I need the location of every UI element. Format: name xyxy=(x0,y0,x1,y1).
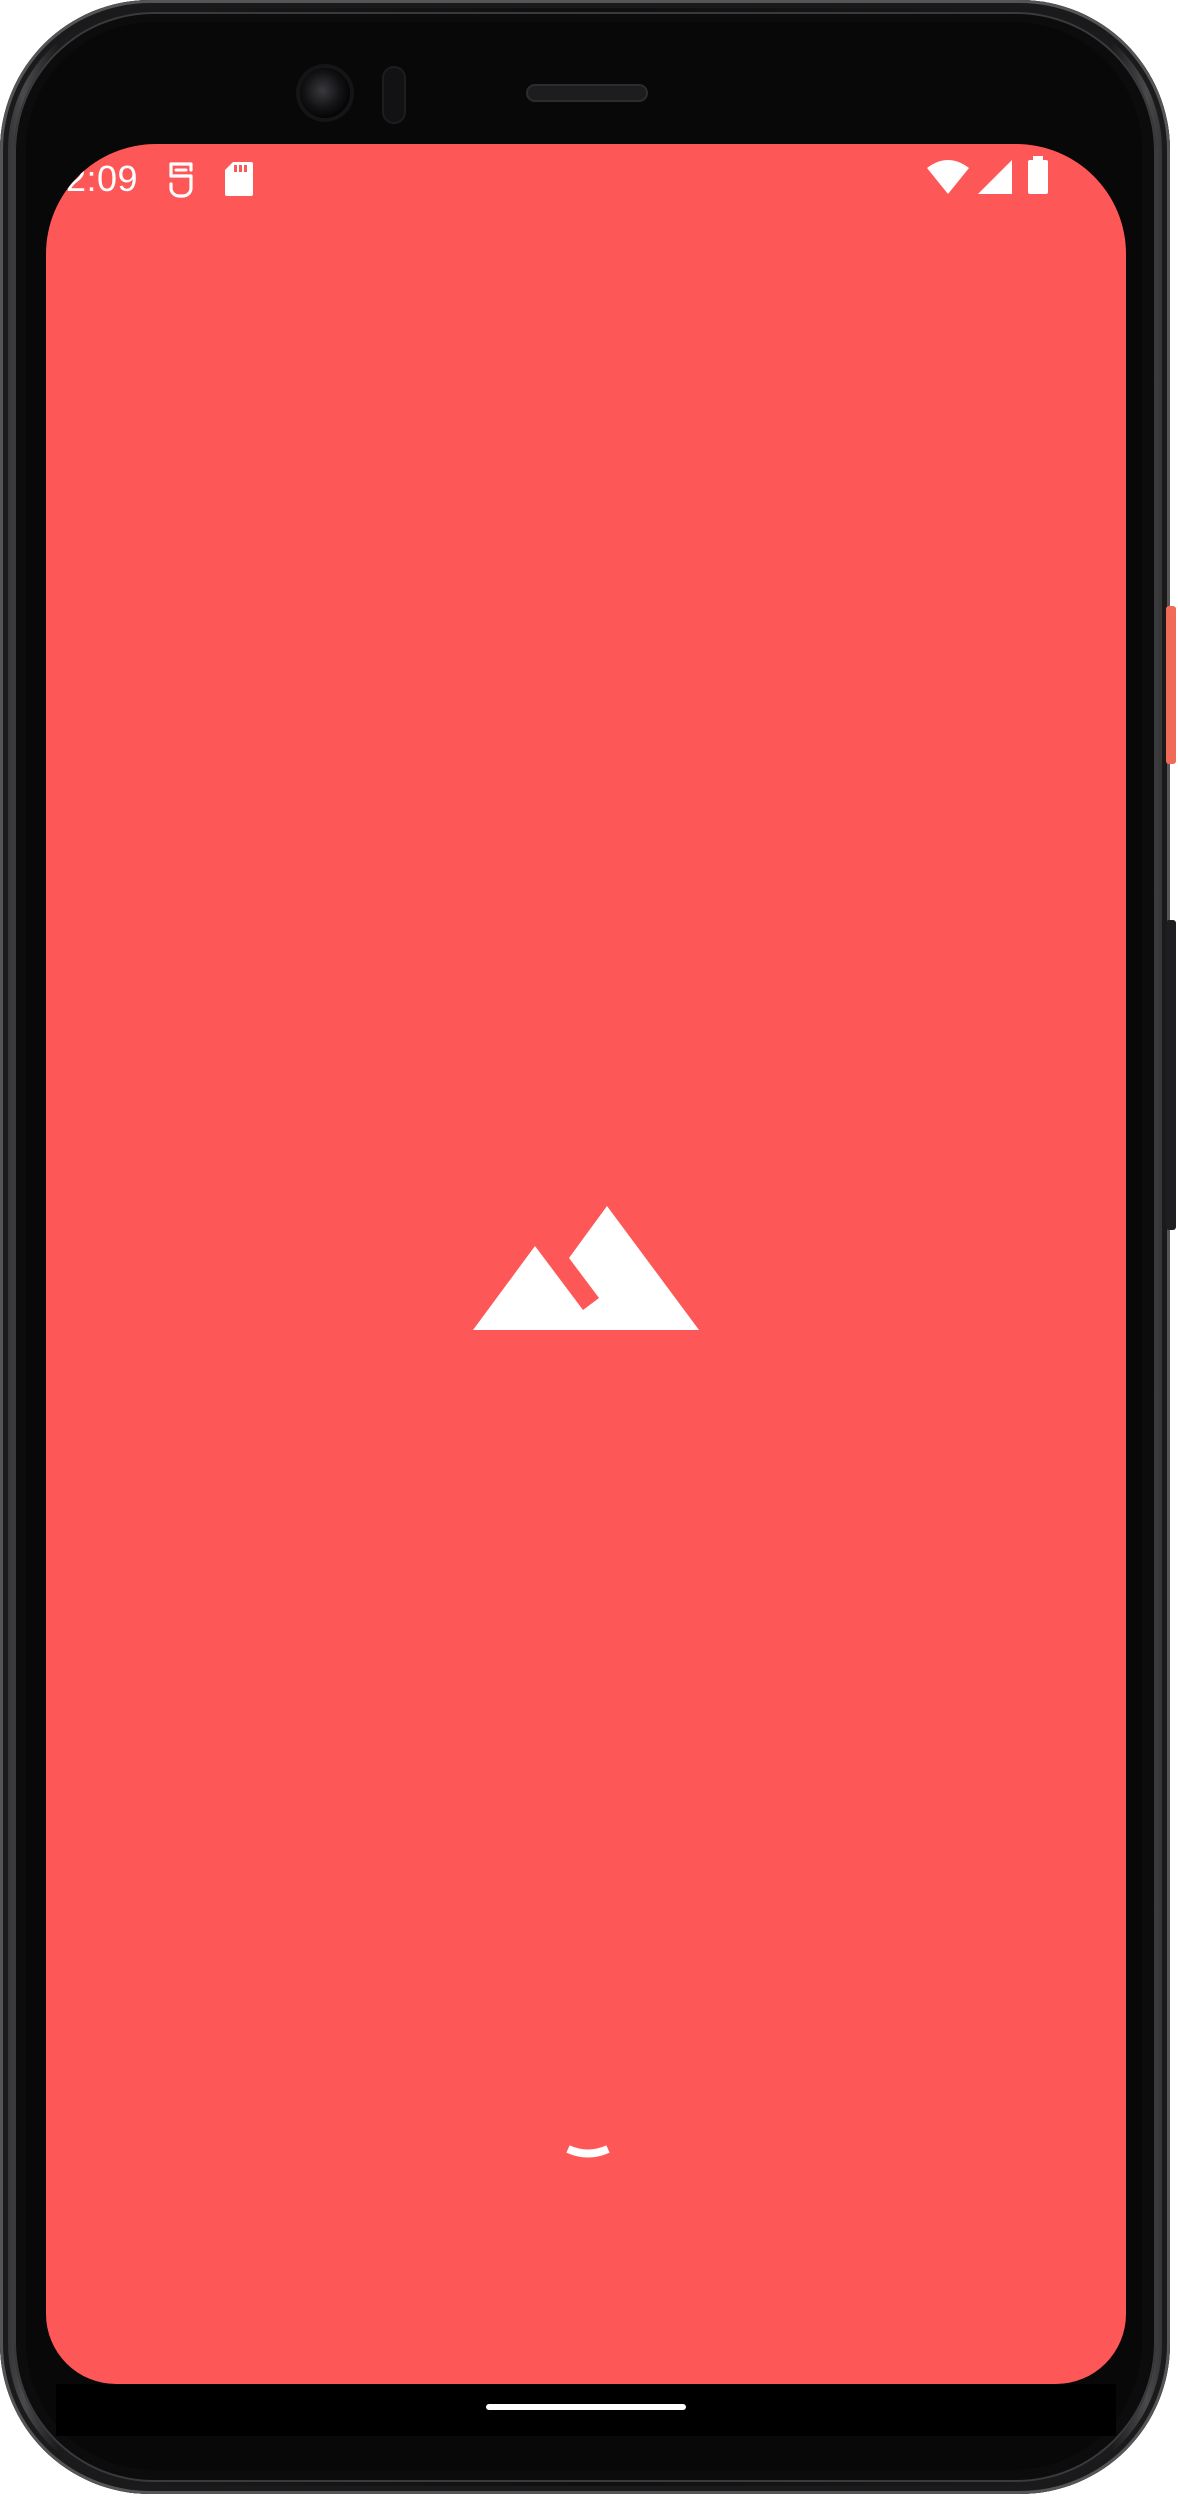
status-bar: 2:09 xyxy=(46,144,1126,216)
loading-spinner xyxy=(558,2144,618,2224)
volume-rocker[interactable] xyxy=(1166,920,1176,1230)
mountain-logo-icon xyxy=(473,1202,703,1332)
phone-device: 2:09 xyxy=(0,0,1178,2498)
power-button[interactable] xyxy=(1166,606,1176,764)
cellular-signal-icon xyxy=(976,158,1014,201)
sim-toolkit-icon xyxy=(166,160,196,203)
app-screen: 2:09 xyxy=(46,144,1126,2384)
sd-card-icon xyxy=(224,160,254,203)
navigation-area xyxy=(56,2384,1116,2436)
front-camera-icon xyxy=(300,68,350,118)
status-time: 2:09 xyxy=(66,158,139,199)
wifi-icon xyxy=(926,158,970,201)
proximity-sensor xyxy=(382,66,406,124)
battery-icon xyxy=(1026,156,1050,201)
home-gesture-pill[interactable] xyxy=(486,2404,686,2410)
earpiece-speaker xyxy=(526,84,648,102)
